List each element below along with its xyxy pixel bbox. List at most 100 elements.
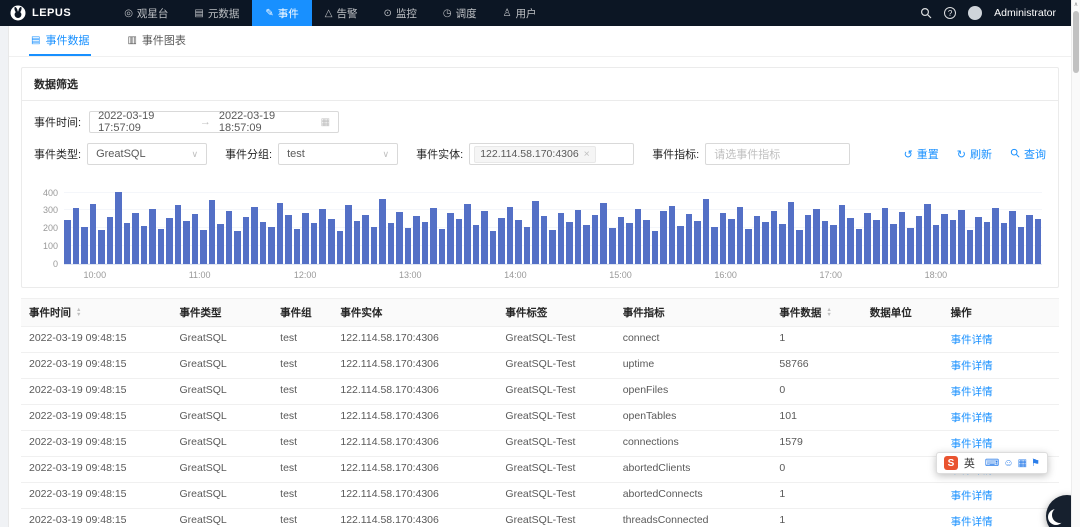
cell-action: 事件详情 — [943, 509, 1059, 527]
cell-time: 2022-03-19 09:48:15 — [29, 462, 127, 474]
chevron-down-icon: ∨ — [191, 148, 199, 159]
ime-icons: ⌨ ☺ ▦ ⚑ — [981, 457, 1040, 469]
cell-value: 101 — [779, 410, 797, 422]
y-tick-label: 400 — [42, 187, 58, 198]
navbar-right: ? Administrator — [920, 6, 1070, 20]
event-icon: ✎ — [265, 7, 274, 19]
bar — [106, 216, 114, 264]
toolbox-icon[interactable]: ⚑ — [1031, 458, 1040, 469]
bar — [830, 225, 837, 264]
scroll-up-arrow[interactable]: ∧ — [1072, 0, 1080, 10]
event-detail-link[interactable]: 事件详情 — [951, 412, 993, 424]
x-tick-label: 13:00 — [398, 270, 422, 280]
tab-label: 事件数据 — [45, 35, 90, 47]
sorter-icon[interactable]: ▲ ▼ — [76, 307, 81, 318]
panel-icon[interactable]: ▦ — [1018, 458, 1027, 469]
event-group-value: test — [287, 148, 305, 160]
column-header-6[interactable]: 事件数据 ▲ ▼ — [771, 299, 861, 326]
cell-entity: 122.114.58.170:4306 — [340, 358, 439, 370]
cell-unit — [862, 509, 943, 527]
column-header-4: 事件标签 — [497, 299, 614, 326]
event-detail-link[interactable]: 事件详情 — [951, 386, 993, 398]
event-detail-link[interactable]: 事件详情 — [951, 490, 993, 502]
cell-time: 2022-03-19 09:48:15 — [29, 514, 127, 526]
monitor-icon: ⊙ — [383, 7, 392, 19]
keyboard-icon[interactable]: ⌨ — [985, 458, 999, 469]
x-tick-label: 14:00 — [504, 270, 527, 280]
event-detail-link[interactable]: 事件详情 — [951, 516, 993, 527]
event-entity-input[interactable]: 122.114.58.170:4306 × — [469, 143, 635, 165]
bar — [387, 223, 395, 264]
event-type-value: GreatSQL — [96, 148, 146, 160]
sorter-icon[interactable]: ▲ ▼ — [826, 307, 831, 318]
vertical-scrollbar[interactable]: ∧ — [1071, 0, 1080, 527]
ime-language-toggle[interactable]: 英 — [964, 455, 975, 471]
bar — [983, 221, 991, 264]
close-icon[interactable]: × — [584, 148, 590, 160]
help-icon[interactable]: ? — [944, 7, 957, 19]
column-header-8: 操作 — [943, 299, 1059, 326]
menu-item-scheduling[interactable]: ◷ 调度 — [430, 0, 490, 26]
bar — [268, 227, 275, 264]
event-type-select[interactable]: GreatSQL ∨ — [87, 143, 208, 165]
cell-value: 1579 — [779, 436, 803, 448]
menu-item-observatory[interactable]: ◎ 观星台 — [111, 0, 181, 26]
bar — [481, 211, 488, 264]
bar — [123, 222, 131, 264]
column-header-3: 事件实体 — [332, 299, 497, 326]
menu-item-alerts[interactable]: △ 告警 — [312, 0, 371, 26]
bar — [319, 208, 326, 264]
bar — [924, 204, 931, 264]
bar — [898, 211, 906, 264]
bar — [975, 216, 982, 264]
menu-item-users[interactable]: ♙ 用户 — [490, 0, 550, 26]
x-tick-label: 17:00 — [819, 270, 843, 280]
range-arrow-icon: → — [199, 116, 211, 128]
bar — [591, 214, 599, 264]
event-metric-input[interactable]: 请选事件指标 — [705, 143, 851, 165]
event-detail-link[interactable]: 事件详情 — [951, 334, 993, 346]
event-group-select[interactable]: test ∨ — [278, 143, 399, 165]
date-range-picker[interactable]: 2022-03-19 17:57:09 → 2022-03-19 18:57:0… — [89, 110, 340, 134]
menu-item-monitoring[interactable]: ⊙ 监控 — [370, 0, 429, 26]
reset-button[interactable]: ↺ 重置 — [904, 146, 939, 162]
search-icon[interactable] — [920, 7, 932, 19]
menu-item-metadata[interactable]: ▤ 元数据 — [181, 0, 252, 26]
menu-item-events[interactable]: ✎ 事件 — [252, 0, 312, 26]
bar — [915, 215, 923, 264]
bar — [855, 228, 863, 264]
column-header-0[interactable]: 事件时间 ▲ ▼ — [21, 299, 172, 326]
reset-label: 重置 — [916, 149, 939, 161]
bar — [711, 227, 718, 264]
event-detail-link[interactable]: 事件详情 — [951, 360, 993, 372]
table-row: 2022-03-19 09:48:15 GreatSQL test 122.114.5… — [21, 509, 1059, 527]
filter-card-title: 数据筛选 — [22, 68, 1058, 101]
bar — [251, 207, 258, 264]
emoji-icon[interactable]: ☺ — [1003, 458, 1013, 469]
bar — [966, 229, 974, 264]
cell-time: 2022-03-19 09:48:15 — [29, 410, 127, 422]
bar — [890, 223, 897, 264]
bar — [549, 229, 556, 264]
events-table: 事件时间 ▲ ▼ 事件类型 事件组 事件实体 事件标签 事件指标 事件数据 ▲ ▼ 数据单位 操作 20… — [21, 298, 1059, 527]
cell-value: 1 — [779, 488, 786, 500]
cell-value: 58766 — [779, 358, 809, 370]
scrollbar-thumb[interactable] — [1073, 11, 1079, 73]
bar — [259, 221, 267, 264]
tab-event-charts[interactable]: ▥ 事件图表 — [125, 26, 187, 56]
top-navbar: LEPUS ◎ 观星台 ▤ 元数据 ✎ 事件 △ 告警 ⊙ 监控 ◷ 调度 ♙ 用户 ? Administ… — [0, 0, 1080, 26]
tab-event-data[interactable]: ▤ 事件数据 — [29, 26, 92, 56]
cell-metric: threadsConnected — [622, 514, 709, 526]
bar — [992, 207, 999, 264]
refresh-button[interactable]: ↻ 刷新 — [957, 146, 992, 162]
bar — [796, 230, 803, 264]
bar — [753, 216, 761, 264]
bar — [132, 213, 139, 264]
sogou-logo-icon[interactable]: S — [943, 456, 958, 470]
query-button[interactable]: 查询 — [1010, 146, 1046, 162]
event-detail-link[interactable]: 事件详情 — [951, 438, 993, 450]
cell-group: test — [280, 462, 298, 474]
bar — [1034, 218, 1042, 264]
cell-value: 1 — [779, 514, 786, 526]
avatar[interactable] — [968, 6, 983, 20]
